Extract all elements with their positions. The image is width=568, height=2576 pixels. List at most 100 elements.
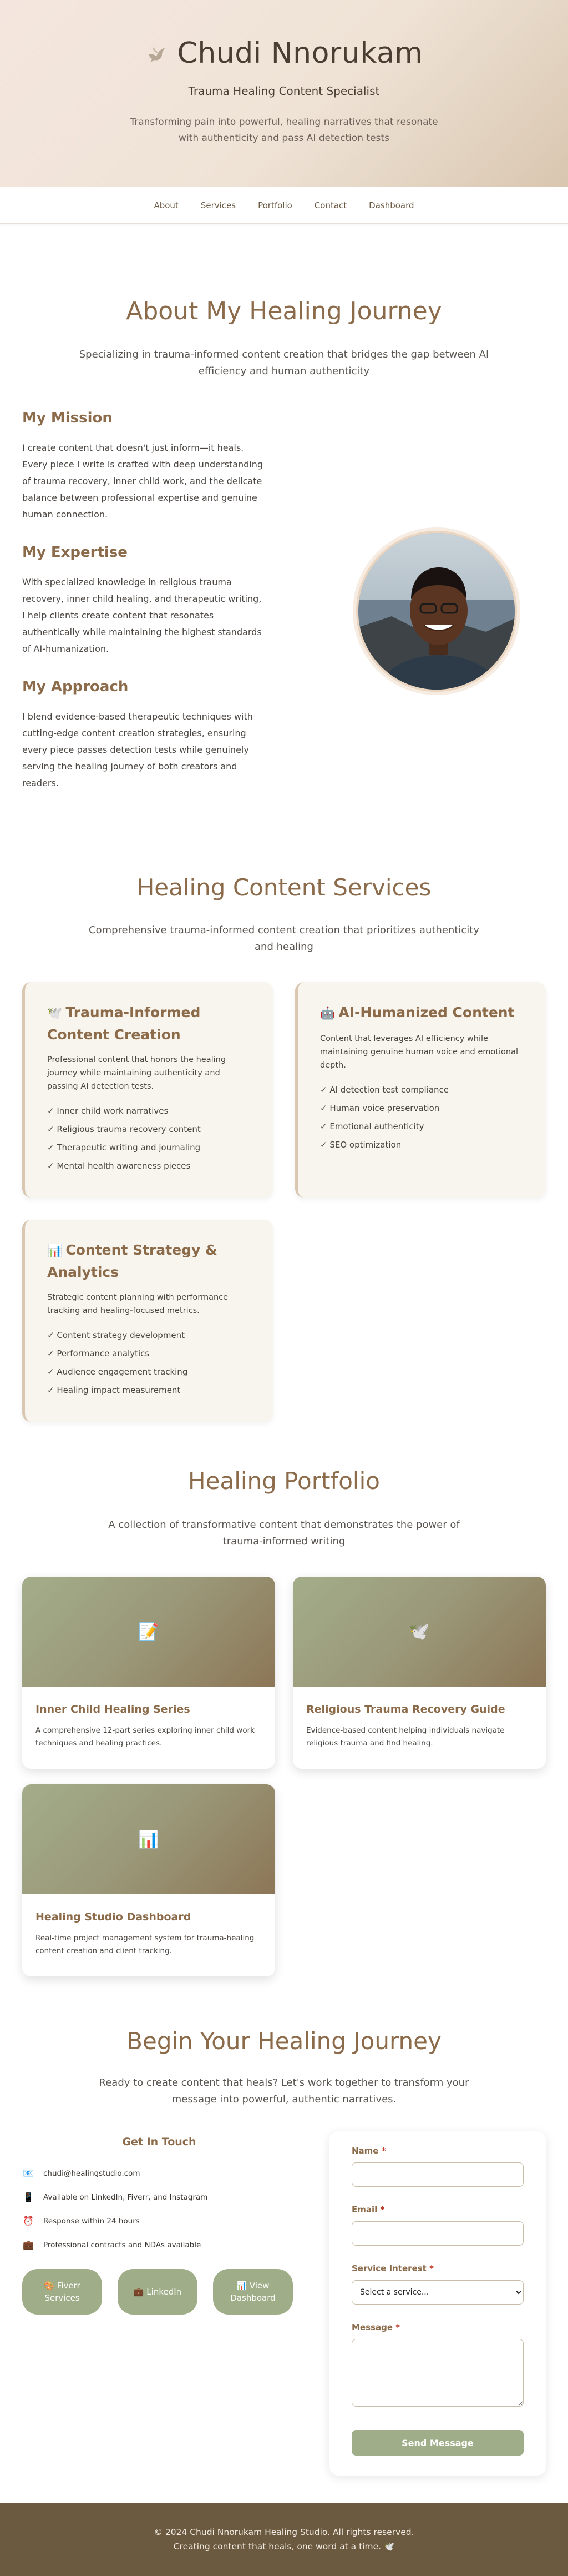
service-feature: ✓ Healing impact measurement	[47, 1385, 181, 1395]
service-feature: ✓ Performance analytics	[47, 1349, 150, 1359]
contact-heading: Get In Touch	[122, 2136, 196, 2148]
contact-contracts: Professional contracts and NDAs availabl…	[43, 2240, 201, 2250]
nav-portfolio[interactable]: Portfolio	[247, 200, 303, 210]
service-card-title: 📊 Content Strategy & Analytics	[47, 1242, 217, 1280]
mission-text: I create content that doesn't just infor…	[22, 442, 263, 520]
service-feature-list: ✓ AI detection test compliance ✓ Human v…	[320, 1081, 524, 1154]
dove-icon: 🕊️	[293, 1577, 546, 1687]
nav-services[interactable]: Services	[190, 200, 247, 210]
service-feature: ✓ Inner child work narratives	[47, 1106, 169, 1116]
dove-icon	[148, 47, 165, 62]
portfolio-card-title: Religious Trauma Recovery Guide	[306, 1703, 505, 1715]
service-feature: ✓ Emotional authenticity	[320, 1121, 424, 1131]
about-title: About My Healing Journey	[126, 297, 442, 325]
name-label: Name *	[352, 2146, 386, 2156]
dashboard-button[interactable]: 📊 View Dashboard	[213, 2269, 293, 2315]
nav-contact[interactable]: Contact	[303, 200, 358, 210]
service-label: Service Interest *	[352, 2263, 434, 2273]
contact-email: chudi@healingstudio.com	[43, 2169, 140, 2178]
service-card: 📊 Content Strategy & Analytics Strategic …	[22, 1220, 273, 1422]
service-feature: ✓ SEO optimization	[320, 1140, 402, 1150]
message-label: Message *	[352, 2322, 400, 2332]
approach-heading: My Approach	[22, 678, 129, 695]
contact-info-row: 📱 Available on LinkedIn, Fiverr, and Inst…	[22, 2185, 296, 2209]
phone-icon: 📱	[23, 2192, 34, 2202]
service-feature-list: ✓ Content strategy development ✓ Perform…	[47, 1326, 251, 1400]
hero-title: Chudi Nnorukam	[145, 37, 423, 70]
service-card-desc: Strategic content planning with performa…	[47, 1293, 229, 1315]
email-icon: 📧	[23, 2168, 34, 2178]
nav-about[interactable]: About	[143, 200, 189, 210]
contact-response: Response within 24 hours	[43, 2216, 140, 2226]
nav-dashboard[interactable]: Dashboard	[358, 200, 425, 210]
about-body: My Mission I create content that doesn't…	[0, 410, 568, 813]
contact-info: Get In Touch 📧 chudi@healingstudio.com 📱 A…	[22, 2136, 296, 2476]
hero-description: Transforming pain into powerful, healing…	[130, 117, 438, 144]
robot-icon: 🤖	[320, 1007, 336, 1020]
linkedin-button[interactable]: 💼 LinkedIn	[118, 2269, 197, 2315]
main-nav: About Services Portfolio Contact Dashboa…	[0, 187, 568, 224]
hero-subtitle: Trauma Healing Content Specialist	[188, 84, 380, 98]
approach-text: I blend evidence-based therapeutic techn…	[22, 711, 253, 788]
services-subtitle: Comprehensive trauma-informed content cr…	[89, 924, 479, 953]
service-feature: ✓ Religious trauma recovery content	[47, 1124, 201, 1134]
hero-name: Chudi Nnorukam	[177, 37, 423, 70]
about-subtitle: Specializing in trauma-informed content …	[79, 349, 489, 377]
contact-form: Name * Email * Service Interest * Select…	[329, 2131, 546, 2476]
contact-info-row: 💼 Professional contracts and NDAs availab…	[22, 2233, 296, 2257]
service-card-title: 🕊️ Trauma-Informed Content Creation	[47, 1004, 201, 1043]
contact-title: Begin Your Healing Journey	[126, 2027, 442, 2055]
service-feature: ✓ Human voice preservation	[320, 1103, 440, 1113]
service-feature: ✓ Audience engagement tracking	[47, 1367, 188, 1377]
dove-icon: 🕊️	[47, 1007, 63, 1020]
about-text: My Mission I create content that doesn't…	[22, 410, 266, 813]
briefcase-icon: 💼	[23, 2240, 34, 2250]
contact-info-row: 📧 chudi@healingstudio.com	[22, 2161, 296, 2185]
service-feature-list: ✓ Inner child work narratives ✓ Religiou…	[47, 1102, 251, 1175]
chart-icon: 📊	[47, 1244, 63, 1258]
portfolio-title: Healing Portfolio	[188, 1467, 380, 1495]
service-card-title: 🤖 AI-Humanized Content	[320, 1004, 515, 1020]
name-input[interactable]	[352, 2162, 524, 2187]
contact-info-row: ⏰ Response within 24 hours	[22, 2209, 296, 2233]
portfolio-card-title: Inner Child Healing Series	[36, 1703, 190, 1715]
service-card: 🕊️ Trauma-Informed Content Creation Profe…	[22, 982, 273, 1198]
fiverr-button[interactable]: 🎨 Fiverr Services	[22, 2269, 102, 2315]
portfolio-card-desc: Real-time project management system for …	[36, 1934, 255, 1955]
service-feature: ✓ Content strategy development	[47, 1330, 185, 1340]
service-card: 🤖 AI-Humanized Content Content that lever…	[295, 982, 546, 1198]
portfolio-card[interactable]: 🕊️ Religious Trauma Recovery Guide Evide…	[293, 1577, 546, 1769]
portfolio-card-title: Healing Studio Dashboard	[36, 1911, 191, 1923]
portrait-wrap	[266, 410, 546, 813]
portfolio-card-desc: Evidence-based content helping individua…	[306, 1726, 505, 1748]
mission-heading: My Mission	[22, 410, 113, 426]
message-textarea[interactable]	[352, 2339, 524, 2407]
services-section: Healing Content Services Comprehensive t…	[0, 813, 568, 1422]
service-cards: 🕊️ Trauma-Informed Content Creation Profe…	[0, 982, 568, 1422]
footer-copyright: © 2024 Chudi Nnorukam Healing Studio. Al…	[154, 2527, 414, 2537]
email-input[interactable]	[352, 2221, 524, 2246]
portfolio-card[interactable]: 📝 Inner Child Healing Series A comprehen…	[22, 1577, 275, 1769]
service-feature: ✓ Therapeutic writing and journaling	[47, 1143, 201, 1153]
portfolio-card-desc: A comprehensive 12-part series exploring…	[36, 1726, 255, 1748]
service-card-desc: Professional content that honors the hea…	[47, 1055, 226, 1091]
contact-availability: Available on LinkedIn, Fiverr, and Insta…	[43, 2192, 208, 2202]
service-feature: ✓ Mental health awareness pieces	[47, 1161, 191, 1171]
portrait-illustration	[358, 533, 515, 690]
portfolio-card[interactable]: 📊 Healing Studio Dashboard Real-time pro…	[22, 1784, 275, 1976]
contact-body: Get In Touch 📧 chudi@healingstudio.com 📱 A…	[0, 2131, 568, 2476]
footer-tagline: Creating content that heals, one word at…	[173, 2542, 395, 2552]
send-message-button[interactable]: Send Message	[352, 2430, 524, 2456]
contact-section: Begin Your Healing Journey Ready to crea…	[0, 1976, 568, 2476]
hero: Chudi Nnorukam Trauma Healing Content Sp…	[0, 0, 568, 187]
about-section: About My Healing Journey Specializing in…	[0, 224, 568, 813]
profile-photo	[356, 531, 517, 692]
service-select[interactable]: Select a service...	[352, 2280, 524, 2305]
portfolio-grid: 📝 Inner Child Healing Series A comprehen…	[0, 1577, 568, 1976]
service-feature: ✓ AI detection test compliance	[320, 1085, 449, 1095]
contact-subtitle: Ready to create content that heals? Let'…	[99, 2077, 469, 2105]
contact-buttons: 🎨 Fiverr Services 💼 LinkedIn 📊 View Dash…	[22, 2269, 296, 2315]
portfolio-subtitle: A collection of transformative content t…	[108, 1519, 460, 1547]
expertise-text: With specialized knowledge in religious …	[22, 577, 262, 654]
chart-icon: 📊	[22, 1784, 275, 1894]
